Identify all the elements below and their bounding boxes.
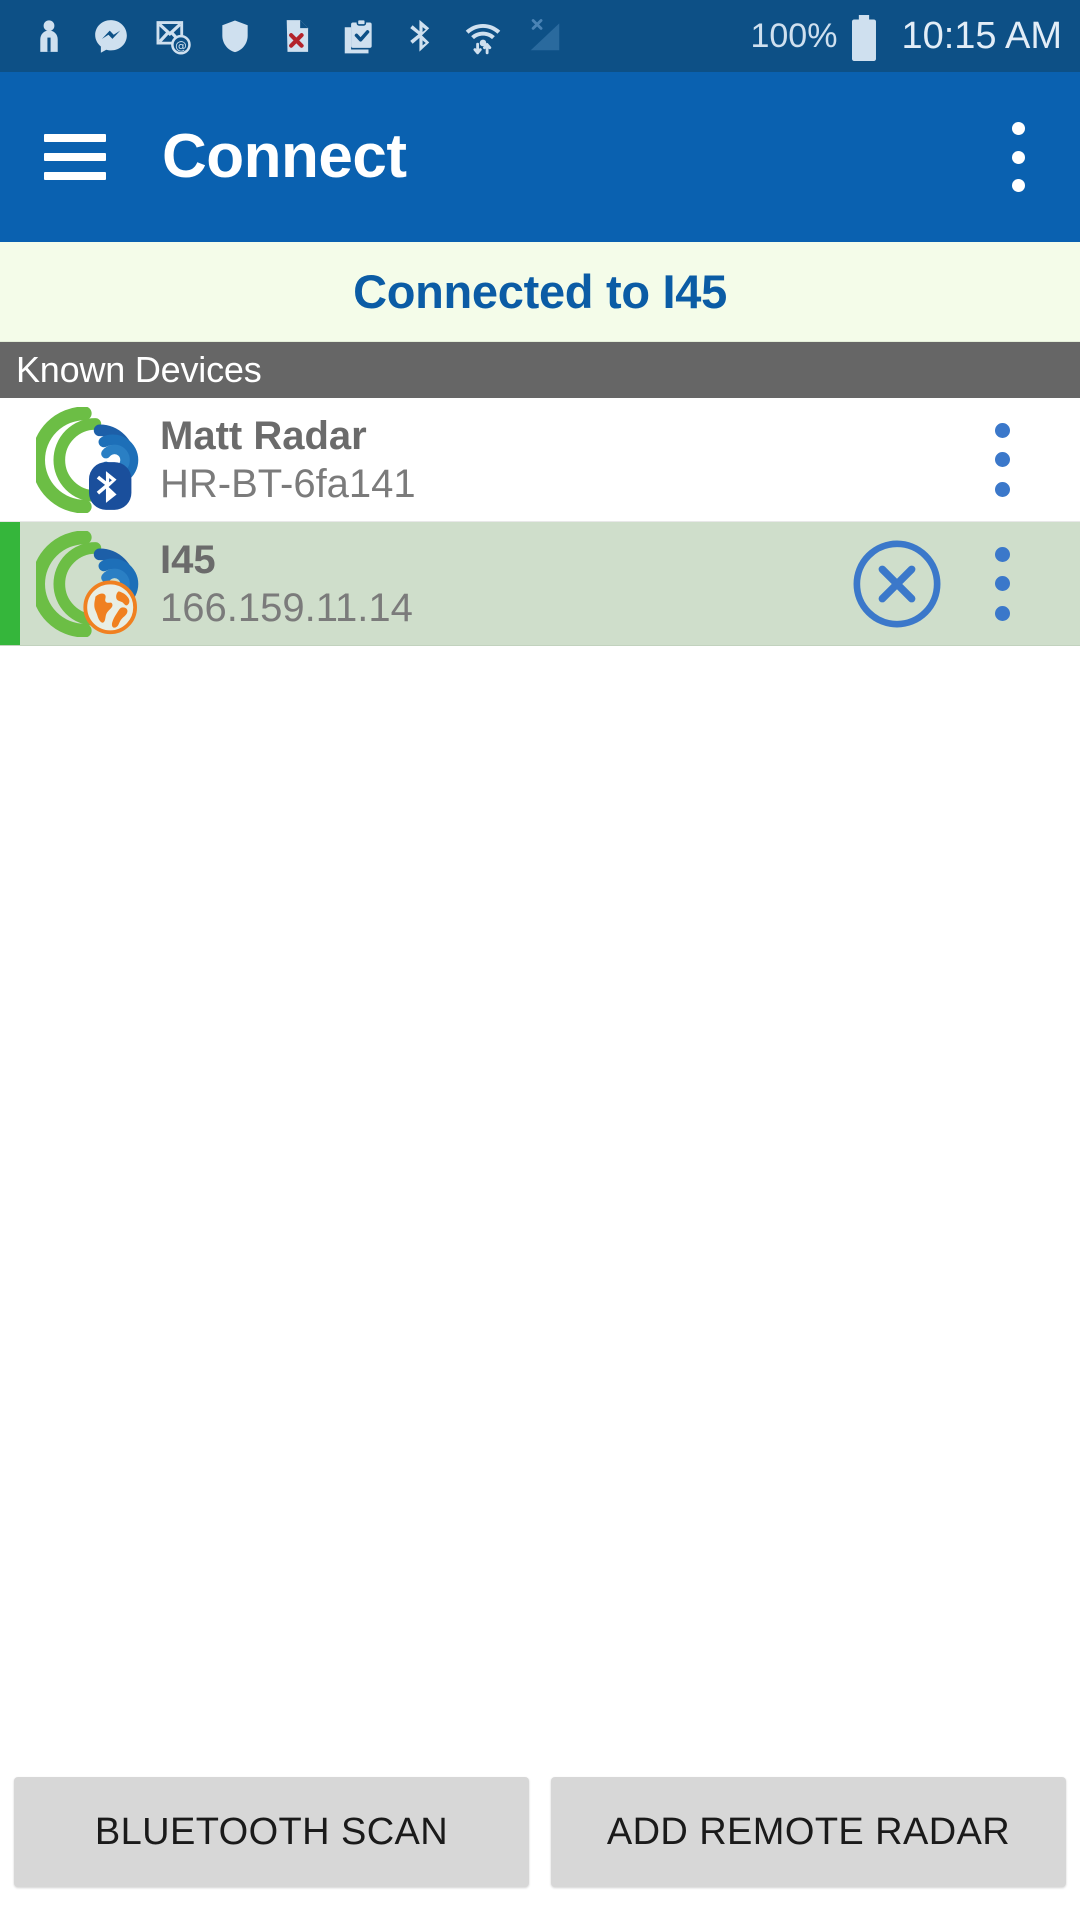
page-title: Connect — [162, 122, 407, 191]
bluetooth-icon — [402, 17, 440, 55]
email-at-icon: @ — [154, 17, 192, 55]
status-bar: @ 100% 10:15 AM — [0, 0, 1080, 72]
table-row[interactable]: I45 166.159.11.14 — [0, 522, 1080, 646]
battery-percent-label: 100% — [750, 16, 838, 55]
section-header-label: Known Devices — [16, 349, 262, 390]
section-header-known-devices: Known Devices — [0, 342, 1080, 398]
wifi-transfer-icon — [464, 17, 502, 55]
radar-bluetooth-logo-icon — [36, 406, 142, 513]
cellular-no-signal-icon — [526, 17, 564, 55]
app-bar: Connect — [0, 72, 1080, 242]
row-active-edge — [0, 398, 20, 521]
more-vertical-icon[interactable] — [974, 417, 1030, 503]
shield-icon — [216, 17, 254, 55]
bluetooth-scan-button[interactable]: BLUETOOTH SCAN — [14, 1777, 529, 1887]
more-vertical-icon[interactable] — [974, 541, 1030, 627]
device-name: I45 — [160, 537, 216, 582]
status-bar-icons: @ — [30, 17, 750, 55]
device-info: I45 166.159.11.14 — [160, 537, 850, 631]
add-remote-radar-button[interactable]: ADD REMOTE RADAR — [551, 1777, 1066, 1887]
known-devices-list: Matt Radar HR-BT-6fa141 I45 166.159.11.1… — [0, 398, 1080, 1768]
device-address: 166.159.11.14 — [160, 585, 413, 630]
table-row[interactable]: Matt Radar HR-BT-6fa141 — [0, 398, 1080, 522]
bottom-action-bar: BLUETOOTH SCAN ADD REMOTE RADAR — [0, 1768, 1080, 1920]
app-root: @ 100% 10:15 AM Connect Connected to I45… — [0, 0, 1080, 1920]
more-vertical-icon[interactable] — [990, 114, 1046, 200]
device-name: Matt Radar — [160, 413, 367, 458]
status-bar-right: 100% 10:15 AM — [750, 14, 1062, 62]
radar-globe-logo-icon — [36, 530, 142, 637]
device-address: HR-BT-6fa141 — [160, 461, 416, 506]
messenger-icon — [92, 17, 130, 55]
connection-status-banner: Connected to I45 — [0, 242, 1080, 342]
row-active-edge — [0, 522, 20, 645]
document-error-icon — [278, 17, 316, 55]
connection-status-label: Connected to I45 — [353, 265, 727, 318]
clock-label: 10:15 AM — [901, 14, 1062, 57]
battery-full-icon — [849, 15, 879, 62]
clipboard-check-icon — [340, 17, 378, 55]
device-info: Matt Radar HR-BT-6fa141 — [160, 413, 974, 507]
svg-text:@: @ — [175, 38, 187, 52]
person-icon — [30, 17, 68, 55]
close-circle-icon[interactable] — [850, 537, 944, 631]
hamburger-menu-icon[interactable] — [44, 134, 106, 180]
